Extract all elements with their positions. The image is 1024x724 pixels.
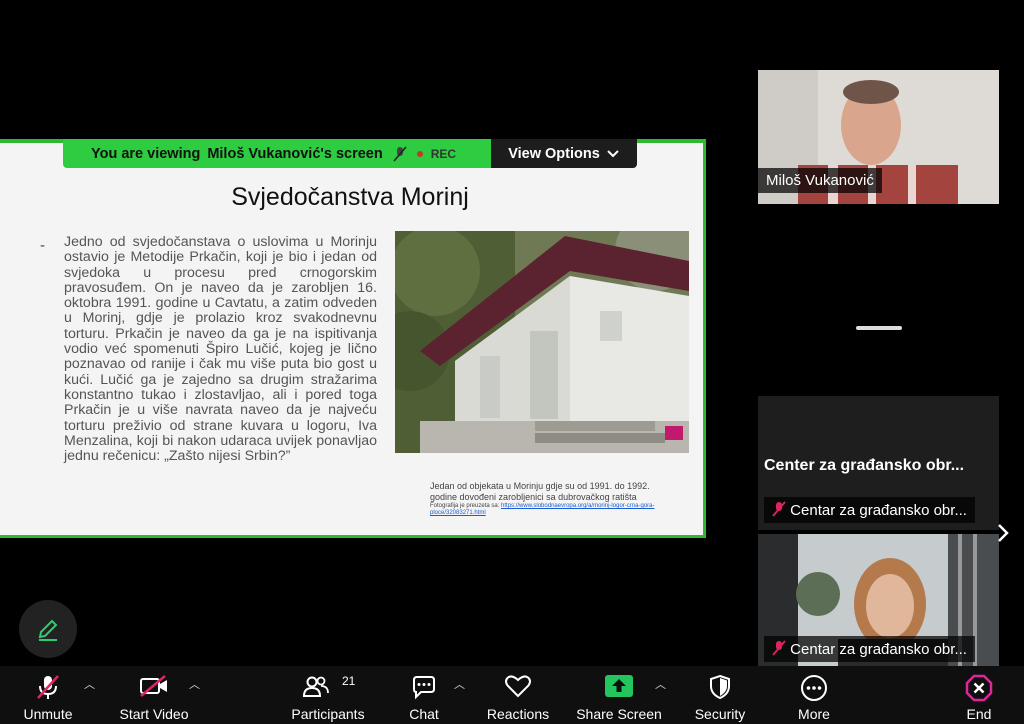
more-label: More	[798, 706, 830, 722]
mic-off-icon	[772, 640, 786, 656]
share-options-caret[interactable]: ︿	[655, 676, 666, 692]
unmute-label: Unmute	[23, 706, 73, 722]
viewing-prefix: You are viewing	[91, 145, 201, 162]
slide-bullet: -	[40, 237, 45, 254]
chat-button[interactable]: Chat	[398, 666, 450, 724]
slide-photo-building	[395, 231, 689, 453]
mic-off-icon	[37, 675, 59, 699]
woman-name-tag: Centar za građansko obr...	[764, 636, 975, 662]
participants-label: Participants	[291, 706, 365, 722]
photo-source: Fotografija je preuzeta sa: https://www.…	[430, 503, 670, 517]
participants-count: 21	[342, 674, 356, 688]
security-button[interactable]: Security	[690, 666, 750, 724]
start-video-label: Start Video	[119, 706, 189, 722]
mic-off-icon	[772, 501, 786, 517]
more-button[interactable]: More	[788, 666, 840, 724]
chevron-down-icon	[607, 149, 619, 157]
unmute-button[interactable]: Unmute	[8, 666, 88, 724]
audio-options-caret[interactable]: ︿	[84, 676, 95, 692]
view-options-button[interactable]: View Options	[491, 139, 637, 168]
end-icon	[965, 674, 993, 702]
reactions-heart-icon	[505, 675, 531, 698]
video-tile-milos[interactable]: Miloš Vukanović	[758, 70, 999, 204]
photo-source-prefix: Fotografija je preuzeta sa:	[430, 503, 500, 509]
chat-label: Chat	[409, 706, 439, 722]
participants-button[interactable]: 21 Participants	[290, 666, 366, 724]
reactions-label: Reactions	[486, 706, 550, 722]
share-screen-button[interactable]: Share Screen	[574, 666, 664, 724]
share-screen-label: Share Screen	[576, 706, 662, 722]
chevron-right-icon[interactable]	[996, 522, 1010, 544]
pen-icon	[38, 619, 58, 641]
mic-off-icon	[393, 145, 407, 162]
view-options-label: View Options	[508, 145, 600, 162]
end-label: End	[966, 706, 992, 722]
rec-dot-icon	[416, 150, 423, 157]
share-screen-icon	[605, 675, 633, 697]
meeting-toolbar: Unmute ︿ Start Video ︿ 21 Participants C…	[0, 666, 1024, 724]
end-button[interactable]: End	[954, 666, 1004, 724]
video-off-icon	[140, 675, 167, 697]
annotate-pen-button[interactable]	[19, 600, 77, 658]
center-tile-title: Center za građansko obr...	[764, 457, 965, 474]
rec-label: REC	[430, 146, 457, 161]
milos-name-tag: Miloš Vukanović	[758, 168, 882, 193]
presenter-screen-label: Miloš Vukanović's screen	[207, 145, 383, 162]
reactions-button[interactable]: Reactions	[484, 666, 552, 724]
chat-options-caret[interactable]: ︿	[454, 676, 465, 692]
participants-icon	[303, 676, 330, 697]
center-name-label: Centar za građansko obr...	[790, 502, 967, 519]
security-shield-icon	[710, 674, 730, 700]
start-video-button[interactable]: Start Video	[112, 666, 196, 724]
photo-caption: Jedan od objekata u Morinju gdje su od 1…	[430, 481, 650, 502]
viewing-banner: You are viewing Miloš Vukanović's screen…	[63, 139, 491, 168]
panel-drag-handle[interactable]	[856, 326, 902, 330]
security-label: Security	[694, 706, 746, 722]
woman-name-label: Centar za građansko obr...	[790, 641, 967, 658]
center-name-tag: Centar za građansko obr...	[764, 497, 975, 523]
chat-icon	[413, 676, 435, 700]
more-dots-icon	[801, 675, 827, 701]
video-options-caret[interactable]: ︿	[189, 676, 200, 692]
slide-title: Svjedočanstva Morinj	[231, 183, 469, 211]
video-tile-woman[interactable]: Centar za građansko obr...	[758, 534, 999, 668]
slide-body-text: Jedno od svjedočanstava o uslovima u Mor…	[64, 234, 377, 465]
